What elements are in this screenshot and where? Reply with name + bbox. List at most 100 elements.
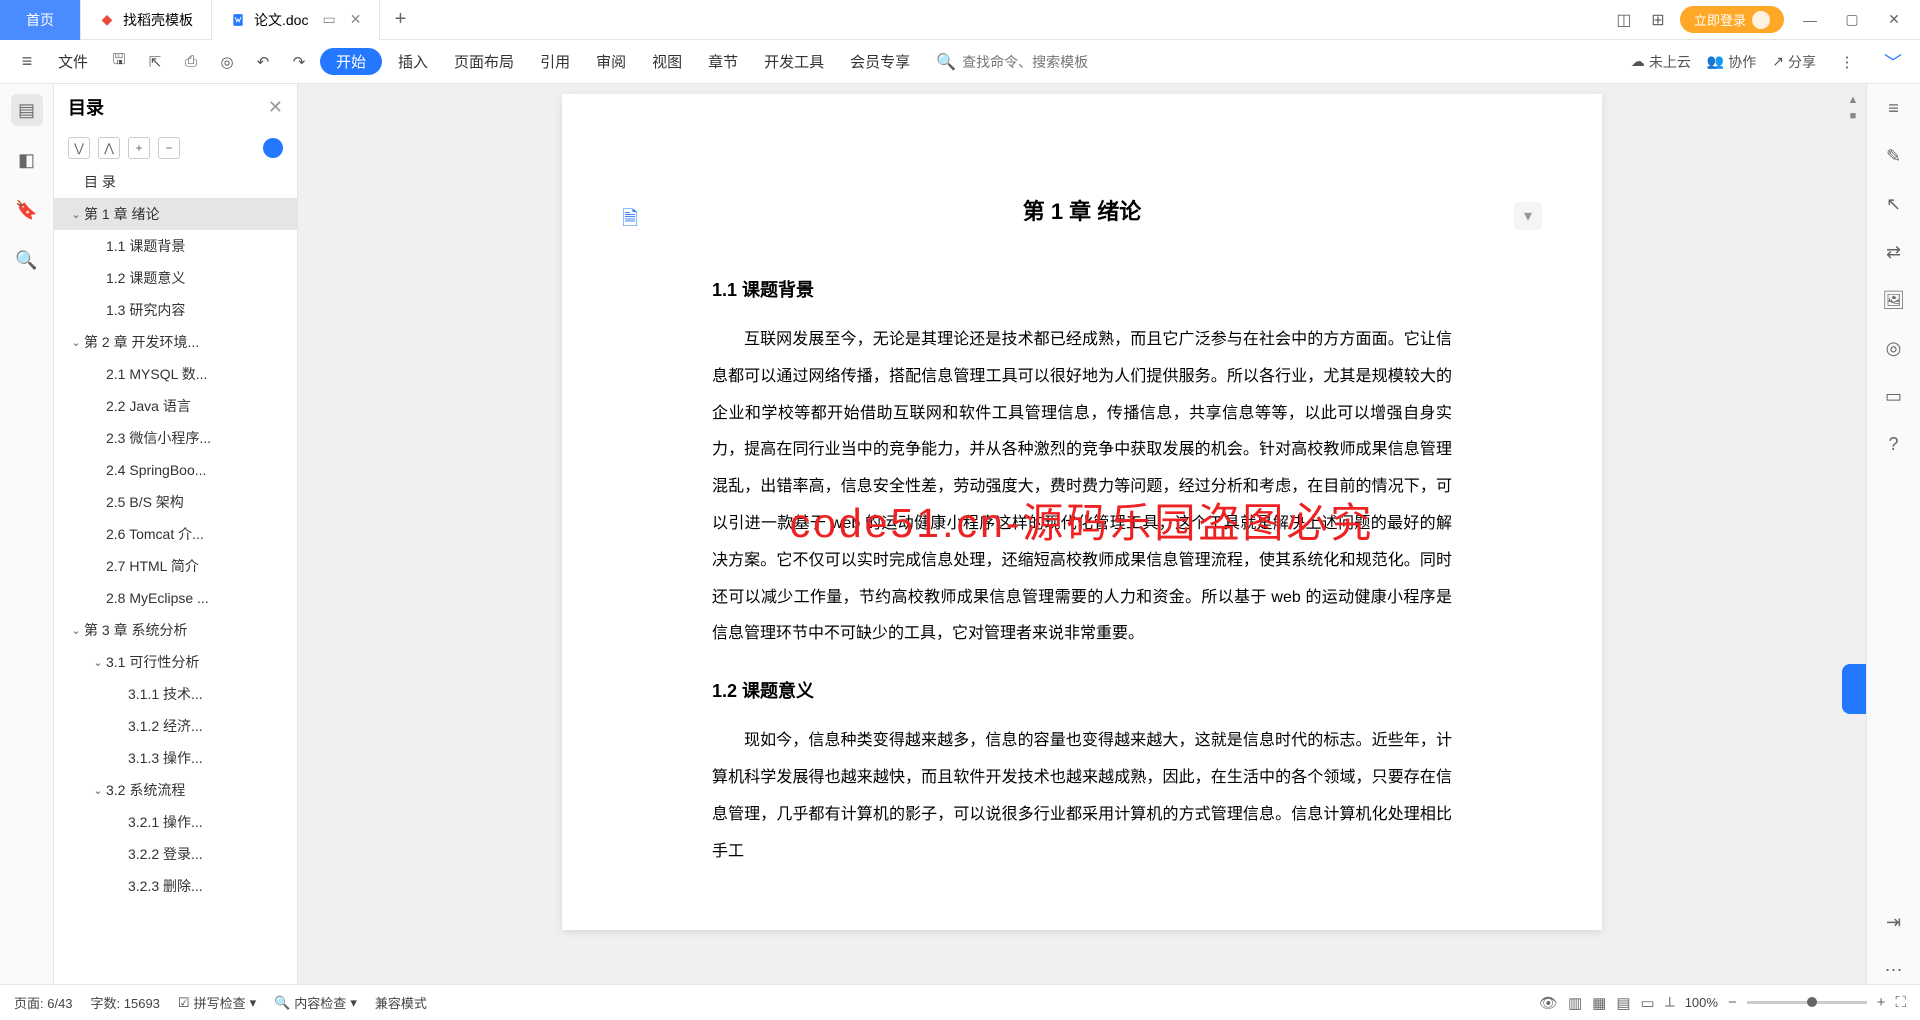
outline-item[interactable]: 2.6 Tomcat 介... xyxy=(54,518,297,550)
rr-settings-icon[interactable]: ⇄ xyxy=(1880,238,1908,266)
rr-menu-icon[interactable]: ≡ xyxy=(1880,94,1908,122)
outline-item[interactable]: 2.8 MyEclipse ... xyxy=(54,582,297,614)
cloud-status[interactable]: ☁ 未上云 xyxy=(1631,52,1691,72)
outline-item[interactable]: 2.3 微信小程序... xyxy=(54,422,297,454)
tab-home[interactable]: 首页 xyxy=(0,0,81,40)
file-menu[interactable]: 文件 xyxy=(48,51,98,72)
sync-badge-icon[interactable] xyxy=(263,138,283,158)
window-close-icon[interactable]: ✕ xyxy=(1878,4,1910,36)
rr-pen-icon[interactable]: ✎ xyxy=(1880,142,1908,170)
outline-item[interactable]: ⌄第 3 章 系统分析 xyxy=(54,614,297,646)
rr-more-icon[interactable]: ⋯ xyxy=(1880,956,1908,984)
menu-devtools[interactable]: 开发工具 xyxy=(754,51,834,72)
close-icon[interactable]: ✕ xyxy=(350,11,362,28)
rr-cursor-icon[interactable]: ↖ xyxy=(1880,190,1908,218)
template-icon: ◆ xyxy=(99,12,115,28)
rail-slides-icon[interactable]: ◧ xyxy=(11,144,43,176)
rr-image-icon[interactable]: 🖼 xyxy=(1880,286,1908,314)
outline-item[interactable]: 2.5 B/S 架构 xyxy=(54,486,297,518)
menu-icon[interactable]: ≡ xyxy=(12,47,42,77)
login-button[interactable]: 立即登录 xyxy=(1680,6,1784,33)
rail-bookmark-icon[interactable]: 🔖 xyxy=(11,194,43,226)
export-icon[interactable]: ⇱ xyxy=(140,47,170,77)
menu-references[interactable]: 引用 xyxy=(530,51,580,72)
save-icon[interactable]: 🖫 xyxy=(104,47,134,77)
expand-all-icon[interactable]: ⋀ xyxy=(98,137,120,159)
zoom-out-icon[interactable]: − xyxy=(1728,994,1737,1011)
rr-collapse-icon[interactable]: ⇥ xyxy=(1880,908,1908,936)
more-icon[interactable]: ⋮ xyxy=(1832,47,1862,77)
word-count[interactable]: 字数: 15693 xyxy=(91,993,160,1012)
menu-view[interactable]: 视图 xyxy=(642,51,692,72)
remove-item-icon[interactable]: − xyxy=(158,137,180,159)
outline-item[interactable]: 3.1.3 操作... xyxy=(54,742,297,774)
page-indicator[interactable]: 页面: 6/43 xyxy=(14,993,73,1012)
fullscreen-icon[interactable]: ⛶ xyxy=(1895,994,1906,1011)
rr-help-icon[interactable]: ? xyxy=(1880,430,1908,458)
outline-item[interactable]: 2.2 Java 语言 xyxy=(54,390,297,422)
rr-target-icon[interactable]: ◎ xyxy=(1880,334,1908,362)
zoom-slider[interactable] xyxy=(1747,1001,1867,1004)
outline-item[interactable]: 3.2.1 操作... xyxy=(54,806,297,838)
spellcheck-toggle[interactable]: ☑ 拼写检查 ▾ xyxy=(178,993,256,1012)
collapse-all-icon[interactable]: ⋁ xyxy=(68,137,90,159)
view-web-icon[interactable]: ▦ xyxy=(1592,994,1606,1012)
side-tab[interactable] xyxy=(1842,664,1866,714)
collapse-ribbon-icon[interactable]: ﹀ xyxy=(1878,47,1908,77)
outline-item[interactable]: ⌄3.2 系统流程 xyxy=(54,774,297,806)
view-read-icon[interactable]: ▭ xyxy=(1641,994,1655,1012)
outline-item[interactable]: 2.1 MYSQL 数... xyxy=(54,358,297,390)
outline-item[interactable]: 3.2.2 登录... xyxy=(54,838,297,870)
rr-read-icon[interactable]: ▭ xyxy=(1880,382,1908,410)
menu-member[interactable]: 会员专享 xyxy=(840,51,920,72)
outline-item[interactable]: ⌄3.1 可行性分析 xyxy=(54,646,297,678)
outline-item[interactable]: 3.1.2 经济... xyxy=(54,710,297,742)
menu-insert[interactable]: 插入 xyxy=(388,51,438,72)
page-header-icon[interactable]: 🗎 xyxy=(622,204,638,238)
compat-mode[interactable]: 兼容模式 xyxy=(375,993,427,1012)
collab-button[interactable]: 👥 协作 xyxy=(1707,52,1756,72)
tab-document[interactable]: 论文.doc ▭ ✕ xyxy=(212,0,380,40)
tab-template[interactable]: ◆ 找稻壳模板 xyxy=(81,0,212,40)
tab-add[interactable]: + xyxy=(380,8,420,31)
redo-icon[interactable]: ↷ xyxy=(284,47,314,77)
add-item-icon[interactable]: + xyxy=(128,137,150,159)
rail-search-icon[interactable]: 🔍 xyxy=(11,244,43,276)
view-page-icon[interactable]: ▥ xyxy=(1568,994,1582,1012)
share-button[interactable]: ↗ 分享 xyxy=(1772,52,1816,72)
outline-close-icon[interactable]: ✕ xyxy=(268,97,283,118)
zoom-level[interactable]: 100% xyxy=(1685,995,1718,1010)
outline-item[interactable]: 1.3 研究内容 xyxy=(54,294,297,326)
print-icon[interactable]: ⎙ xyxy=(176,47,206,77)
layout-icon[interactable]: ◫ xyxy=(1612,8,1636,32)
eye-icon[interactable]: 👁 xyxy=(1539,994,1558,1012)
outline-item[interactable]: ⌄第 2 章 开发环境... xyxy=(54,326,297,358)
preview-icon[interactable]: ◎ xyxy=(212,47,242,77)
outline-item[interactable]: 3.2.3 删除... xyxy=(54,870,297,902)
outline-item[interactable]: 1.1 课题背景 xyxy=(54,230,297,262)
undo-icon[interactable]: ↶ xyxy=(248,47,278,77)
maximize-icon[interactable]: ▢ xyxy=(1836,4,1868,36)
menu-chapter[interactable]: 章节 xyxy=(698,51,748,72)
outline-item[interactable]: 1.2 课题意义 xyxy=(54,262,297,294)
rail-outline-icon[interactable]: ▤ xyxy=(11,94,43,126)
menu-layout[interactable]: 页面布局 xyxy=(444,51,524,72)
page-bookmark-icon[interactable]: ▾ xyxy=(1514,202,1542,230)
minimize-icon[interactable]: — xyxy=(1794,4,1826,36)
command-search[interactable]: 🔍 xyxy=(926,52,1122,72)
apps-icon[interactable]: ⊞ xyxy=(1646,8,1670,32)
scroll-indicator[interactable]: ▲■ xyxy=(1846,94,1860,122)
menu-review[interactable]: 审阅 xyxy=(586,51,636,72)
outline-item[interactable]: ⌄第 1 章 绪论 xyxy=(54,198,297,230)
menu-start[interactable]: 开始 xyxy=(320,48,382,75)
outline-item[interactable]: 2.7 HTML 简介 xyxy=(54,550,297,582)
content-check[interactable]: 🔍 内容检查 ▾ xyxy=(274,993,357,1012)
zoom-in-icon[interactable]: + xyxy=(1877,994,1886,1011)
outline-item[interactable]: 目 录 xyxy=(54,166,297,198)
present-icon[interactable]: ▭ xyxy=(322,11,335,28)
view-outline-icon[interactable]: ▤ xyxy=(1616,994,1630,1012)
outline-item[interactable]: 2.4 SpringBoo... xyxy=(54,454,297,486)
ruler-icon[interactable]: ⟂ xyxy=(1665,994,1675,1011)
outline-item[interactable]: 3.1.1 技术... xyxy=(54,678,297,710)
search-input[interactable] xyxy=(962,54,1112,70)
